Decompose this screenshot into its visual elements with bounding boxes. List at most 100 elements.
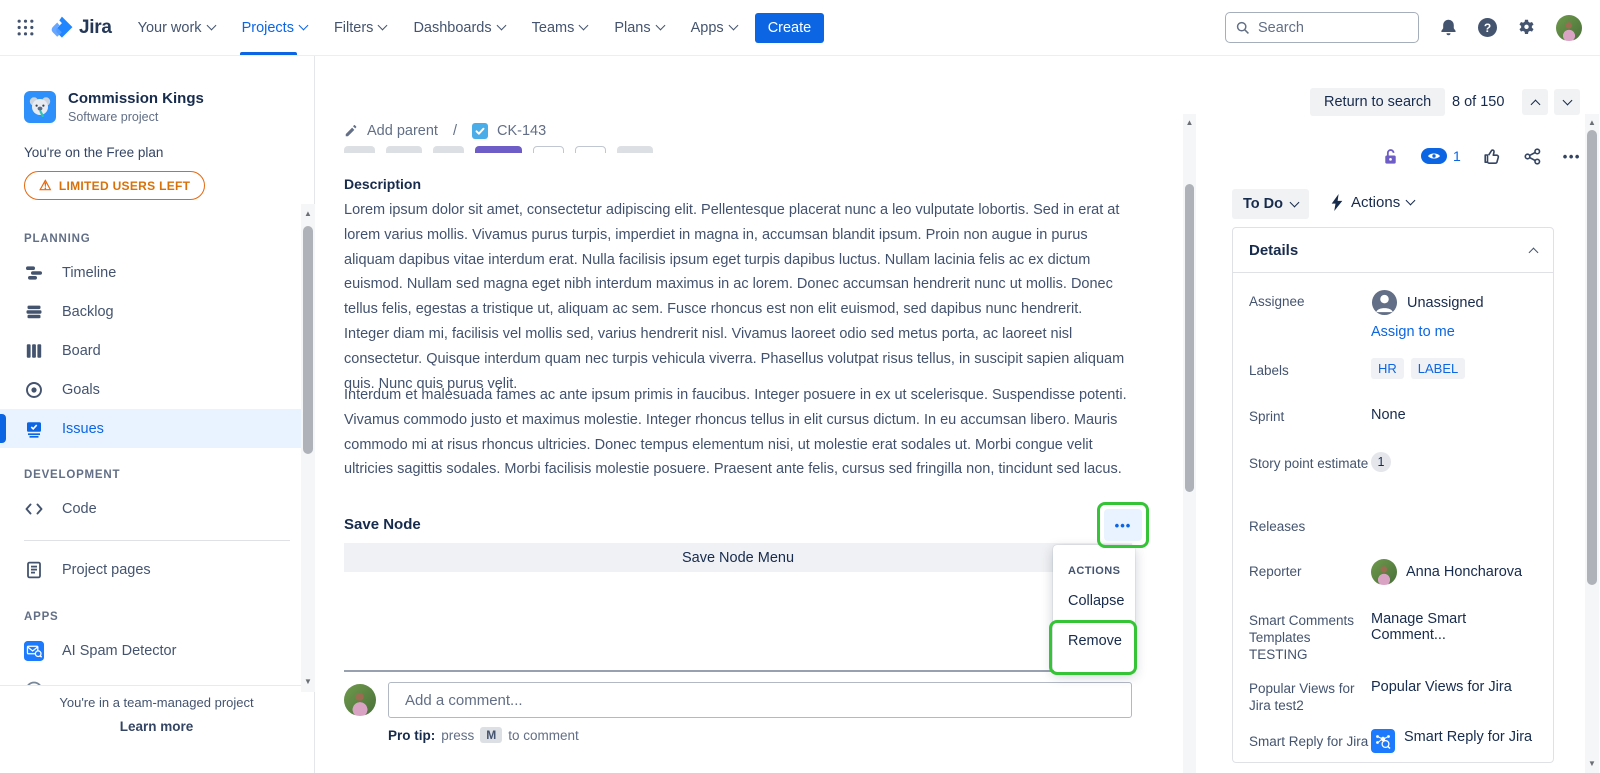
pencil-icon <box>344 124 358 138</box>
jira-logo[interactable]: Jira <box>49 15 112 40</box>
unassigned-avatar-icon <box>1371 289 1398 316</box>
chevron-down-icon <box>299 21 309 31</box>
actions-dropdown[interactable]: Actions <box>1330 194 1414 211</box>
chevron-down-icon <box>1562 96 1572 106</box>
field-popular-views: Popular Views for Jira test2 Popular Vie… <box>1249 676 1537 714</box>
right-scrollbar[interactable]: ▲ ▼ <box>1585 114 1599 773</box>
chevron-down-icon <box>206 21 216 31</box>
main-scrollbar[interactable]: ▲ <box>1183 114 1196 773</box>
settings-gear-icon[interactable] <box>1517 18 1536 37</box>
create-button[interactable]: Create <box>755 13 825 43</box>
ai-spam-detector-icon <box>24 640 44 662</box>
smart-reply-icon <box>1371 729 1395 753</box>
add-parent-link[interactable]: Add parent <box>367 123 438 139</box>
user-avatar[interactable] <box>1556 15 1582 41</box>
sidebar-item-timeline[interactable]: Timeline <box>0 253 314 292</box>
app-switcher-icon[interactable] <box>16 18 35 37</box>
label-chip[interactable]: LABEL <box>1411 358 1465 379</box>
scroll-up-arrow[interactable]: ▲ <box>1585 117 1599 129</box>
sidebar-item-board[interactable]: Board <box>0 331 314 370</box>
field-sprint: Sprint None <box>1249 404 1537 425</box>
field-story-points: Story point estimate 1 <box>1249 451 1537 472</box>
chevron-down-icon <box>378 21 388 31</box>
sidebar-item-ai-spam-detector[interactable]: AI Spam Detector <box>0 631 314 670</box>
popular-views-value[interactable]: Popular Views for Jira <box>1371 676 1512 714</box>
issue-key[interactable]: CK-143 <box>497 123 546 139</box>
unlock-icon[interactable] <box>1381 147 1400 166</box>
watch-eye-icon <box>1421 148 1447 164</box>
clipped-button-purple[interactable] <box>475 146 522 153</box>
global-search[interactable] <box>1225 12 1419 43</box>
nav-dashboards[interactable]: Dashboards <box>413 0 504 55</box>
previous-issue-button[interactable] <box>1522 89 1548 115</box>
save-node-more-button[interactable]: ••• <box>1104 509 1142 541</box>
planning-section-header: PLANNING <box>24 233 314 245</box>
sprint-value[interactable]: None <box>1371 404 1406 425</box>
pager-position: 8 of 150 <box>1452 94 1504 110</box>
scroll-down-arrow[interactable]: ▼ <box>1585 758 1599 770</box>
development-section-header: DEVELOPMENT <box>24 469 314 481</box>
reporter-value: Anna Honcharova <box>1406 564 1522 580</box>
watchers-count: 1 <box>1453 148 1461 164</box>
learn-more-link[interactable]: Learn more <box>0 719 313 734</box>
more-actions-icon[interactable]: ••• <box>1563 149 1581 164</box>
status-dropdown[interactable]: To Do <box>1232 189 1309 219</box>
scrollbar-thumb[interactable] <box>1185 184 1194 492</box>
details-header[interactable]: Details <box>1233 228 1553 273</box>
details-title: Details <box>1249 242 1298 259</box>
sidebar-item-project-pages[interactable]: Project pages <box>0 550 314 589</box>
issue-actions-row: 1 ••• <box>1381 146 1581 166</box>
assign-to-me-link[interactable]: Assign to me <box>1371 324 1455 340</box>
board-icon <box>24 341 44 361</box>
menu-item-collapse[interactable]: Collapse <box>1068 593 1135 609</box>
return-to-search-button[interactable]: Return to search <box>1310 88 1445 116</box>
clipped-button[interactable] <box>386 146 422 153</box>
sidebar-item-code[interactable]: Code <box>0 489 314 528</box>
clipped-button[interactable] <box>617 146 653 153</box>
manage-smart-comments-link[interactable]: Manage Smart Comment... <box>1371 608 1537 663</box>
details-panel: Details Assignee Unassigned Assign to me… <box>1232 227 1554 763</box>
scroll-up-arrow[interactable]: ▲ <box>301 208 315 220</box>
clipped-button[interactable] <box>344 146 375 153</box>
sidebar-scrollbar[interactable]: ▲ ▼ <box>301 204 315 692</box>
project-header[interactable]: Commission Kings Software project <box>24 90 314 124</box>
limited-users-badge[interactable]: ⚠ LIMITED USERS LEFT <box>24 171 205 200</box>
field-smart-comments: Smart Comments Templates TESTING Manage … <box>1249 608 1537 663</box>
add-comment-input[interactable] <box>388 682 1132 718</box>
chevron-down-icon <box>728 21 738 31</box>
goals-icon <box>24 380 44 400</box>
nav-your-work[interactable]: Your work <box>138 0 215 55</box>
project-type: Software project <box>68 110 204 124</box>
sidebar-item-goals[interactable]: Goals <box>0 370 314 409</box>
sidebar-item-issues[interactable]: Issues <box>0 409 314 448</box>
keyboard-key-m: M <box>480 727 502 743</box>
sidebar-item-backlog[interactable]: Backlog <box>0 292 314 331</box>
save-node-title: Save Node <box>344 516 421 533</box>
scrollbar-thumb[interactable] <box>303 226 313 454</box>
help-icon[interactable]: ? <box>1478 18 1497 37</box>
watchers-control[interactable]: 1 <box>1421 148 1461 164</box>
notifications-icon[interactable] <box>1439 18 1458 37</box>
issues-icon <box>24 419 44 439</box>
jira-logo-icon <box>49 15 74 40</box>
share-icon[interactable] <box>1523 147 1542 166</box>
label-chip[interactable]: HR <box>1371 358 1404 379</box>
scrollbar-thumb[interactable] <box>1587 130 1597 585</box>
nav-apps[interactable]: Apps <box>691 0 737 55</box>
search-input[interactable] <box>1258 20 1398 36</box>
like-icon[interactable] <box>1482 146 1502 166</box>
highlight-box-remove-item <box>1049 620 1137 675</box>
clipped-button[interactable] <box>575 146 606 153</box>
scroll-up-arrow[interactable]: ▲ <box>1183 117 1196 129</box>
nav-projects[interactable]: Projects <box>242 0 307 55</box>
field-labels: Labels HR LABEL <box>1249 358 1537 379</box>
nav-filters[interactable]: Filters <box>334 0 386 55</box>
next-issue-button[interactable] <box>1554 89 1580 115</box>
clipped-button[interactable] <box>533 146 564 153</box>
clipped-button[interactable] <box>433 146 464 153</box>
nav-plans[interactable]: Plans <box>614 0 663 55</box>
nav-teams[interactable]: Teams <box>532 0 588 55</box>
scroll-down-arrow[interactable]: ▼ <box>301 676 315 688</box>
assignee-value: Unassigned <box>1407 295 1484 311</box>
story-point-badge[interactable]: 1 <box>1371 452 1391 472</box>
